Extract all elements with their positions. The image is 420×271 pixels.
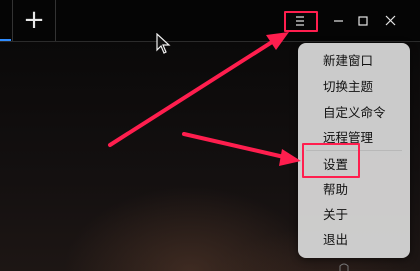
close-icon <box>385 15 396 26</box>
maximize-icon <box>358 16 368 26</box>
menu-item-exit[interactable]: 退出 <box>298 227 410 253</box>
tab-active[interactable] <box>0 0 11 41</box>
new-tab-button[interactable]: + <box>12 0 56 41</box>
close-button[interactable] <box>380 10 402 32</box>
bottom-overlay-icon <box>338 262 350 271</box>
menu-item-custom-commands[interactable]: 自定义命令 <box>298 100 410 126</box>
menu-item-help[interactable]: 帮助 <box>298 177 410 203</box>
menu-item-switch-theme[interactable]: 切换主题 <box>298 74 410 100</box>
menu-button-highlight-box <box>284 11 318 32</box>
terminal-window: + 新建窗口 切换主题 自定义命令 远程管理 设置 帮助 关于 退出 <box>0 0 420 271</box>
minimize-button[interactable] <box>328 10 350 32</box>
minimize-icon <box>334 20 343 22</box>
mouse-cursor-icon <box>156 33 171 54</box>
menu-item-about[interactable]: 关于 <box>298 202 410 228</box>
title-bar: + <box>0 0 420 42</box>
menu-item-new-window[interactable]: 新建窗口 <box>298 48 410 74</box>
settings-highlight-box <box>302 143 360 178</box>
maximize-button[interactable] <box>352 10 374 32</box>
